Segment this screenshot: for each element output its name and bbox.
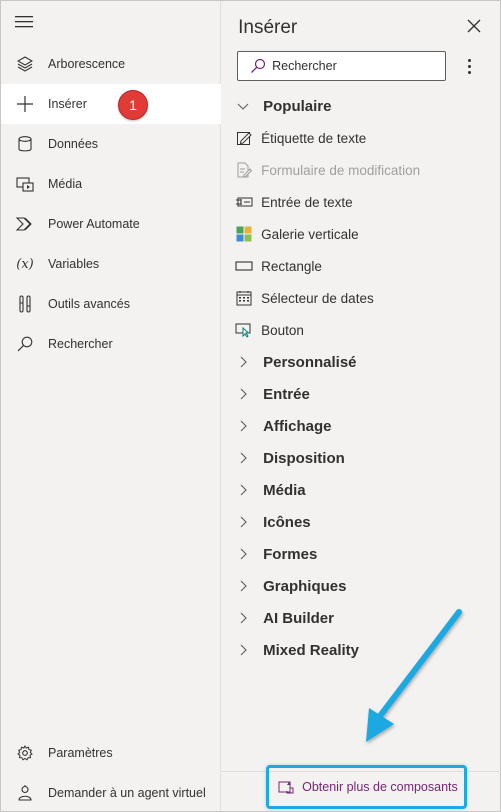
category-disposition[interactable]: Disposition [235, 444, 485, 472]
calendar-icon [235, 289, 253, 307]
category-label: Formes [263, 545, 318, 563]
database-icon [16, 135, 34, 153]
rail-item-power-automate[interactable]: Power Automate [1, 204, 221, 244]
rail-item-label: Insérer [48, 97, 87, 111]
app-frame: Arborescence Insérer 1 Données Média Pow… [0, 0, 501, 812]
rail-item-label: Outils avancés [48, 297, 130, 311]
plus-icon [16, 95, 34, 113]
search-icon [16, 335, 34, 353]
components-icon [278, 781, 294, 794]
chevron-right-icon [240, 644, 247, 656]
category-personnalise[interactable]: Personnalisé [235, 348, 485, 376]
control-bouton[interactable]: Bouton [235, 316, 485, 344]
category-label: AI Builder [263, 609, 334, 627]
category-formes[interactable]: Formes [235, 540, 485, 568]
media-icon [16, 175, 34, 193]
category-mixed-reality[interactable]: Mixed Reality [235, 636, 485, 664]
insert-pane: Insérer Populaire Étiquette de texte [221, 1, 501, 811]
category-label: Populaire [263, 97, 332, 115]
rail-item-label: Demander à un agent virtuel [48, 786, 206, 800]
rail-item-label: Arborescence [48, 57, 126, 71]
search-icon [251, 58, 266, 73]
control-label: Galerie verticale [261, 226, 359, 242]
category-populaire[interactable]: Populaire [235, 92, 485, 120]
chevron-down-icon [237, 103, 249, 110]
rail-item-parametres[interactable]: Paramètres [1, 733, 221, 773]
rail-item-label: Média [48, 177, 83, 191]
more-options-icon[interactable] [461, 55, 477, 77]
agent-icon [16, 784, 34, 802]
button-icon [235, 321, 253, 339]
left-rail: Arborescence Insérer 1 Données Média Pow… [1, 1, 222, 812]
get-more-components-button[interactable]: Obtenir plus de composants [266, 765, 468, 809]
chevron-right-icon [240, 388, 247, 400]
category-affichage[interactable]: Affichage [235, 412, 485, 440]
control-entree-texte[interactable]: Entrée de texte [235, 188, 485, 216]
control-selecteur-dates[interactable]: Sélecteur de dates [235, 284, 485, 312]
category-label: Entrée [263, 385, 310, 403]
variables-icon: (x) [16, 256, 34, 272]
category-label: Mixed Reality [263, 641, 359, 659]
label-icon [235, 129, 253, 147]
category-label: Graphiques [263, 577, 347, 595]
chevron-right-icon [240, 484, 247, 496]
control-label: Entrée de texte [261, 194, 353, 210]
rail-item-label: Power Automate [48, 217, 140, 231]
rail-item-rechercher[interactable]: Rechercher [1, 324, 221, 364]
rail-item-label: Données [48, 137, 99, 151]
category-ai-builder[interactable]: AI Builder [235, 604, 485, 632]
control-label: Étiquette de texte [261, 130, 367, 146]
category-graphiques[interactable]: Graphiques [235, 572, 485, 600]
get-more-label: Obtenir plus de composants [302, 780, 458, 794]
chevron-right-icon [240, 452, 247, 464]
control-label: Rectangle [261, 258, 322, 274]
control-label: Bouton [261, 322, 304, 338]
search-input[interactable] [272, 59, 433, 73]
control-rectangle[interactable]: Rectangle [235, 252, 485, 280]
gallery-icon [235, 225, 253, 243]
pane-title: Insérer [238, 17, 298, 38]
step-badge: 1 [118, 90, 148, 120]
control-formulaire-modification: Formulaire de modification [235, 156, 485, 184]
chevron-right-icon [240, 612, 247, 624]
rail-item-label: Variables [48, 257, 100, 271]
rail-item-agent-virtuel[interactable]: Demander à un agent virtuel [1, 773, 221, 812]
rail-item-inserer[interactable]: Insérer [1, 84, 221, 124]
category-entree[interactable]: Entrée [235, 380, 485, 408]
search-box[interactable] [237, 51, 447, 81]
close-icon[interactable] [466, 18, 482, 34]
category-icones[interactable]: Icônes [235, 508, 485, 536]
chevron-right-icon [240, 356, 247, 368]
category-label: Média [263, 481, 306, 499]
edit-form-icon [235, 161, 253, 179]
rail-item-outils-avances[interactable]: Outils avancés [1, 284, 221, 324]
hamburger-menu-icon[interactable] [15, 15, 33, 29]
rail-item-arborescence[interactable]: Arborescence [1, 44, 221, 84]
tools-icon [16, 295, 34, 313]
gear-icon [16, 744, 34, 762]
control-etiquette-texte[interactable]: Étiquette de texte [235, 124, 485, 152]
rail-item-donnees[interactable]: Données [1, 124, 221, 164]
control-label: Sélecteur de dates [261, 290, 374, 306]
rail-item-label: Paramètres [48, 746, 113, 760]
text-input-icon [235, 193, 253, 211]
category-label: Disposition [263, 449, 345, 467]
chevron-right-icon [240, 516, 247, 528]
control-galerie-verticale[interactable]: Galerie verticale [235, 220, 485, 248]
layers-icon [16, 55, 34, 73]
rail-item-variables[interactable]: (x) Variables [1, 244, 221, 284]
power-automate-icon [16, 215, 34, 233]
chevron-right-icon [240, 580, 247, 592]
chevron-right-icon [240, 548, 247, 560]
rail-item-media[interactable]: Média [1, 164, 221, 204]
category-media[interactable]: Média [235, 476, 485, 504]
chevron-right-icon [240, 420, 247, 432]
control-label: Formulaire de modification [261, 162, 421, 178]
category-label: Personnalisé [263, 353, 357, 371]
rectangle-icon [235, 257, 253, 275]
category-label: Icônes [263, 513, 311, 531]
category-label: Affichage [263, 417, 332, 435]
rail-item-label: Rechercher [48, 337, 113, 351]
